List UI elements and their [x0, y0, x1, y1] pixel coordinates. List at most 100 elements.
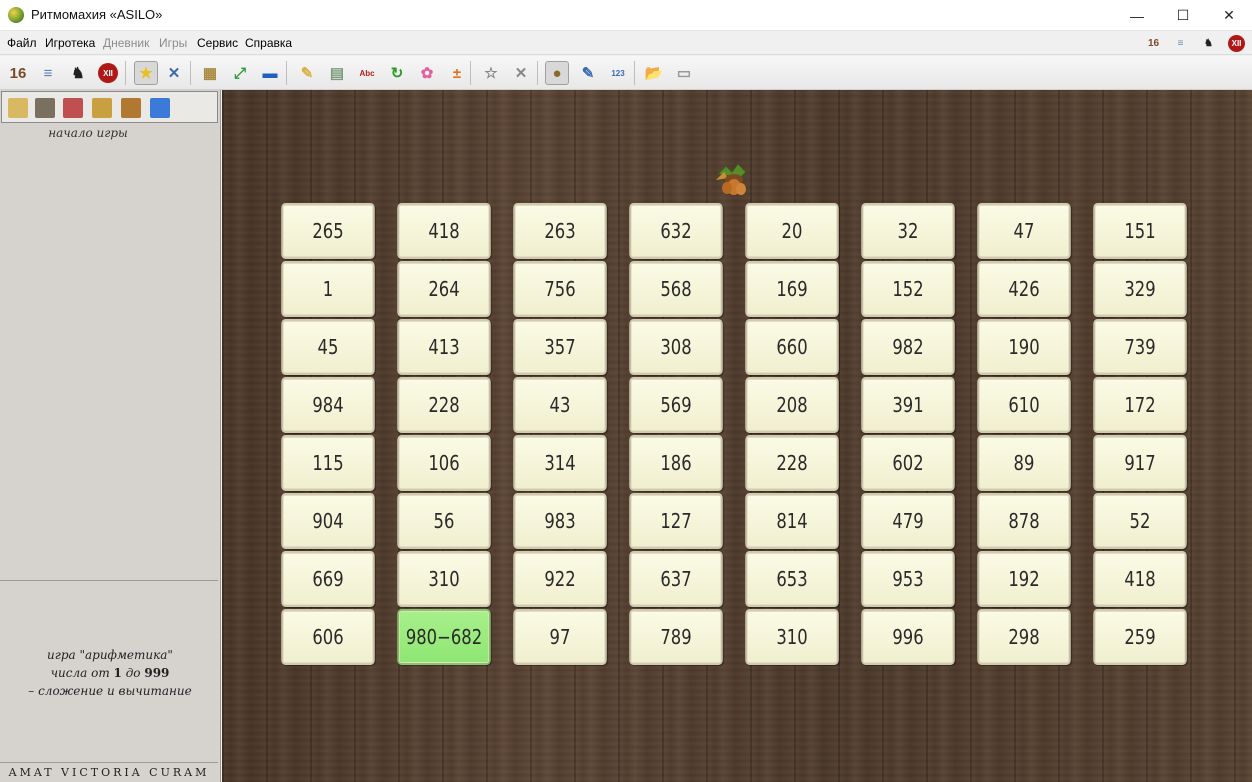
board-cell[interactable]: 228: [745, 435, 839, 491]
board-cell[interactable]: 151: [1093, 203, 1187, 259]
board-cell[interactable]: 610: [977, 377, 1071, 433]
board-cell[interactable]: 660: [745, 319, 839, 375]
refresh-icon[interactable]: ↻: [385, 61, 409, 85]
board-cell[interactable]: 172: [1093, 377, 1187, 433]
board-cell[interactable]: 602: [861, 435, 955, 491]
board-cell[interactable]: 789: [629, 609, 723, 665]
board-cell[interactable]: 413: [397, 319, 491, 375]
crown-tab-icon[interactable]: [90, 96, 114, 120]
grid-tab-icon[interactable]: [33, 96, 57, 120]
roman-twelve-icon[interactable]: XII: [1228, 35, 1245, 52]
board-cell[interactable]: 739: [1093, 319, 1187, 375]
scroll-icon[interactable]: ≡: [1172, 35, 1189, 52]
board-cell[interactable]: 953: [861, 551, 955, 607]
board-cell[interactable]: 982: [861, 319, 955, 375]
board-cell[interactable]: 314: [513, 435, 607, 491]
board-cell[interactable]: 127: [629, 493, 723, 549]
bar-chart-tab-icon[interactable]: [148, 96, 172, 120]
board-cell[interactable]: 878: [977, 493, 1071, 549]
board-cell[interactable]: 43: [513, 377, 607, 433]
numbers-icon[interactable]: 123: [606, 61, 630, 85]
scroll-tab-icon[interactable]: [6, 96, 30, 120]
close-button[interactable]: ✕: [1206, 0, 1252, 31]
board-cell[interactable]: 391: [861, 377, 955, 433]
board-cell[interactable]: 190: [977, 319, 1071, 375]
board-cell[interactable]: 996: [861, 609, 955, 665]
board-cell[interactable]: 479: [861, 493, 955, 549]
save-icon[interactable]: ▭: [672, 61, 696, 85]
fullscreen-icon[interactable]: ⤢: [228, 61, 252, 85]
board-cell[interactable]: 329: [1093, 261, 1187, 317]
acorn-icon[interactable]: [712, 160, 752, 200]
board-cell[interactable]: 632: [629, 203, 723, 259]
board-cell[interactable]: 1: [281, 261, 375, 317]
window-icon[interactable]: ▬: [258, 61, 282, 85]
board-cell[interactable]: 426: [977, 261, 1071, 317]
board-cell[interactable]: 917: [1093, 435, 1187, 491]
board-cell[interactable]: 89: [977, 435, 1071, 491]
board-cell[interactable]: 32: [861, 203, 955, 259]
board-cell[interactable]: 904: [281, 493, 375, 549]
menu-service[interactable]: Сервис: [197, 36, 238, 50]
rook-tab-icon[interactable]: [119, 96, 143, 120]
cross-icon[interactable]: ✕: [509, 61, 533, 85]
board-cell[interactable]: 983: [513, 493, 607, 549]
board-cell[interactable]: 418: [1093, 551, 1187, 607]
roman-twelve-icon[interactable]: XII: [96, 61, 120, 85]
calculator-icon[interactable]: ±: [445, 61, 469, 85]
board-cell[interactable]: 310: [745, 609, 839, 665]
clock-icon[interactable]: 16: [6, 61, 30, 85]
board-cell[interactable]: 357: [513, 319, 607, 375]
board-cell[interactable]: 984: [281, 377, 375, 433]
acorn-icon[interactable]: ●: [545, 61, 569, 85]
board-cell[interactable]: 298: [977, 609, 1071, 665]
board-cell[interactable]: 97: [513, 609, 607, 665]
board-cell[interactable]: 52: [1093, 493, 1187, 549]
minimize-button[interactable]: —: [1114, 0, 1160, 31]
board-cell[interactable]: 418: [397, 203, 491, 259]
board-cell[interactable]: 106: [397, 435, 491, 491]
knight-icon[interactable]: ♞: [66, 61, 90, 85]
open-folder-icon[interactable]: 📂: [642, 61, 666, 85]
scroll-icon[interactable]: ≡: [36, 61, 60, 85]
board-cell[interactable]: 56: [397, 493, 491, 549]
board-cell[interactable]: 45: [281, 319, 375, 375]
pencil-icon[interactable]: ✎: [576, 61, 600, 85]
board-cell[interactable]: 653: [745, 551, 839, 607]
board-cell[interactable]: 47: [977, 203, 1071, 259]
calculator-tab-icon[interactable]: [61, 96, 85, 120]
board-cell[interactable]: 20: [745, 203, 839, 259]
board-cell[interactable]: 308: [629, 319, 723, 375]
book-icon[interactable]: Abc: [355, 61, 379, 85]
board-cell[interactable]: 265: [281, 203, 375, 259]
board-cell[interactable]: 208: [745, 377, 839, 433]
flower-icon[interactable]: ✿: [415, 61, 439, 85]
table-icon[interactable]: ▤: [325, 61, 349, 85]
board-icon[interactable]: ▦: [198, 61, 222, 85]
menu-help[interactable]: Справка: [245, 36, 292, 50]
menu-diary[interactable]: Дневник: [103, 36, 149, 50]
board-cell[interactable]: 263: [513, 203, 607, 259]
board-cell[interactable]: 922: [513, 551, 607, 607]
star-outline-icon[interactable]: ☆: [479, 61, 503, 85]
board-cell[interactable]: 756: [513, 261, 607, 317]
board-cell[interactable]: 259: [1093, 609, 1187, 665]
clock-icon[interactable]: 16: [1145, 35, 1162, 52]
board-cell[interactable]: 569: [629, 377, 723, 433]
menu-file[interactable]: Файл: [7, 36, 37, 50]
menu-games-library[interactable]: Игротека: [45, 36, 95, 50]
board-cell[interactable]: 637: [629, 551, 723, 607]
board-cell[interactable]: 606: [281, 609, 375, 665]
star-icon[interactable]: ★: [134, 61, 158, 85]
board-cell[interactable]: 264: [397, 261, 491, 317]
board-cell[interactable]: 152: [861, 261, 955, 317]
maximize-button[interactable]: ☐: [1160, 0, 1206, 31]
board-cell[interactable]: 568: [629, 261, 723, 317]
board-cell[interactable]: 228: [397, 377, 491, 433]
board-cell-active[interactable]: 980−682: [397, 609, 491, 665]
board-cell[interactable]: 310: [397, 551, 491, 607]
menu-games[interactable]: Игры: [159, 36, 187, 50]
board-cell[interactable]: 669: [281, 551, 375, 607]
board-cell[interactable]: 814: [745, 493, 839, 549]
board-cell[interactable]: 186: [629, 435, 723, 491]
